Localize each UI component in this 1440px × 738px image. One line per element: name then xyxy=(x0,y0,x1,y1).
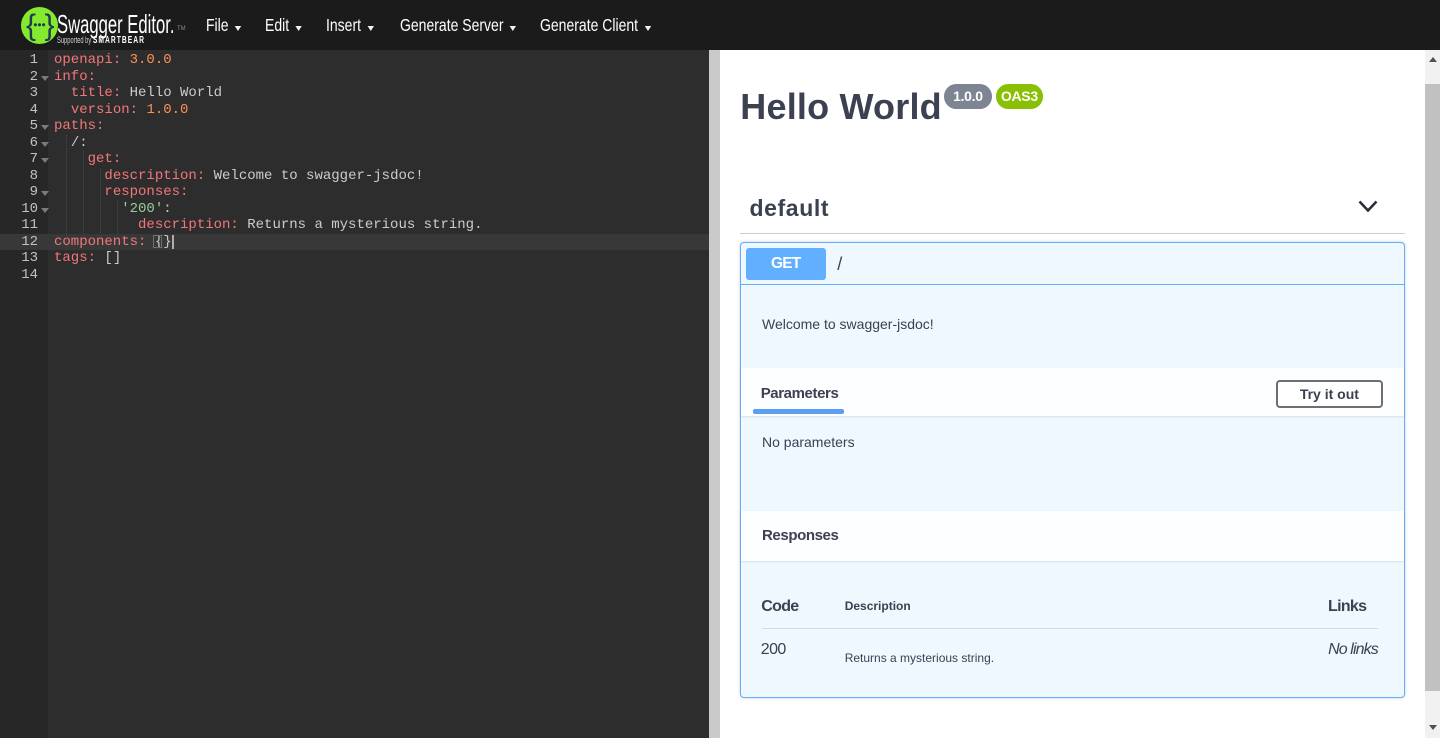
svg-text:}: } xyxy=(45,9,55,42)
